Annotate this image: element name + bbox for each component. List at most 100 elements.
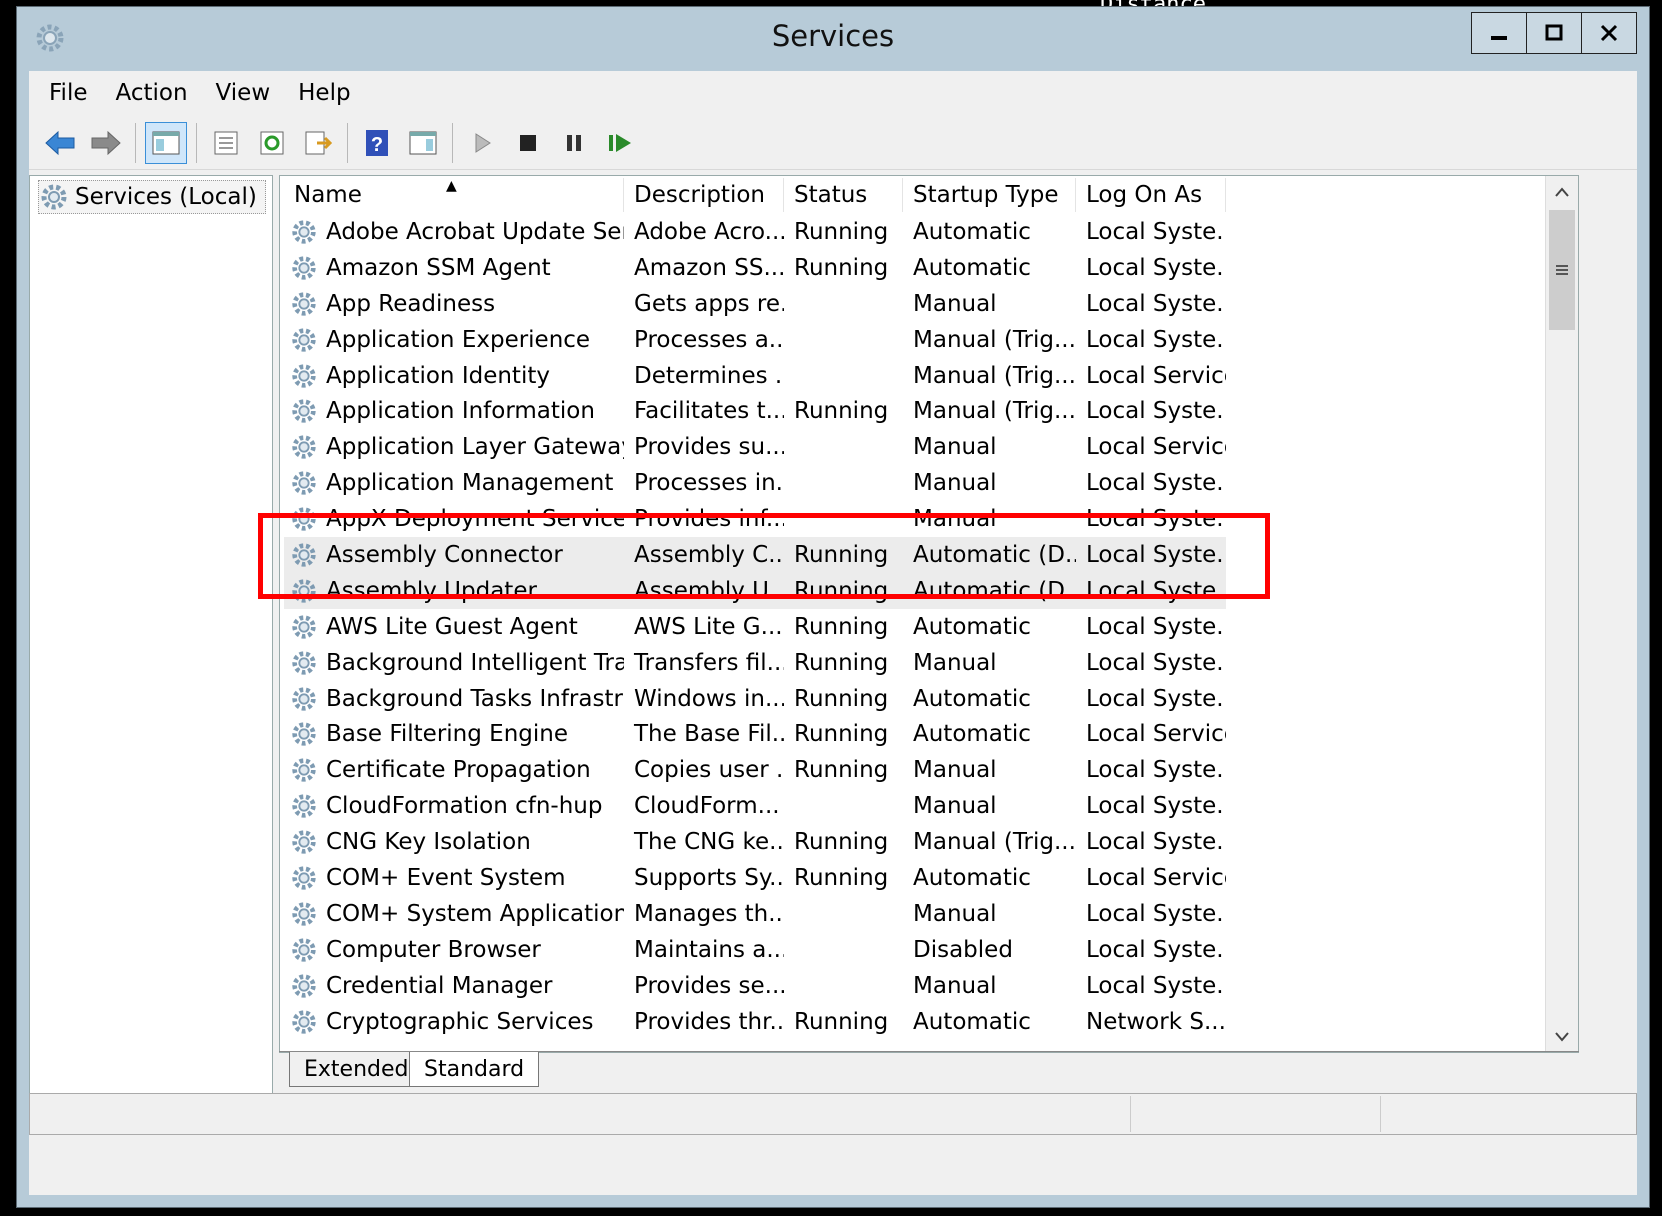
- tab-standard[interactable]: Standard: [409, 1052, 540, 1087]
- maximize-button[interactable]: [1526, 13, 1581, 53]
- table-row[interactable]: CNG Key Isolation The CNG ke... Running Man…: [284, 824, 1226, 860]
- column-header-log-on-as[interactable]: Log On As: [1076, 178, 1226, 212]
- table-row[interactable]: Cryptographic Services Provides thr... Run…: [284, 1004, 1226, 1040]
- service-gear-icon: [292, 866, 316, 890]
- pause-service-button[interactable]: [554, 123, 594, 163]
- export-list-button[interactable]: [298, 123, 338, 163]
- cell-log-on-as: Local Syste...: [1086, 793, 1226, 820]
- table-row[interactable]: Base Filtering Engine The Base Fil... Runn…: [284, 716, 1226, 752]
- table-row[interactable]: Application Management Processes in... Man…: [284, 465, 1226, 501]
- column-header-description[interactable]: Description: [624, 178, 784, 212]
- service-gear-icon: [292, 758, 316, 782]
- show-hide-action-pane-button[interactable]: [403, 123, 443, 163]
- column-header-status[interactable]: Status: [784, 178, 903, 212]
- scroll-thumb[interactable]: [1549, 210, 1575, 330]
- cell-startup-type: Manual: [913, 470, 997, 497]
- minimize-button[interactable]: [1472, 13, 1526, 53]
- table-row[interactable]: Amazon SSM Agent Amazon SS... Running Autom…: [284, 250, 1226, 286]
- service-name: Application Identity: [326, 362, 550, 389]
- table-row[interactable]: App Readiness Gets apps re... Manual Local …: [284, 286, 1226, 322]
- cell-startup-type: Automatic: [913, 613, 1031, 640]
- table-row[interactable]: CloudFormation cfn-hup CloudForm... Manual…: [284, 788, 1226, 824]
- cell-name: Computer Browser: [284, 936, 624, 964]
- column-header-startup-type[interactable]: Startup Type: [903, 178, 1076, 212]
- status-bar: [29, 1093, 1637, 1135]
- table-row[interactable]: Adobe Acrobat Update Serv... Adobe Acro..…: [284, 214, 1226, 250]
- cell-log-on-as: Network S...: [1086, 1008, 1226, 1035]
- toolbar-separator: [196, 123, 197, 163]
- menu-action[interactable]: Action: [102, 80, 202, 106]
- table-row[interactable]: Background Tasks Infrastru... Windows in.…: [284, 681, 1226, 717]
- close-icon: [1600, 24, 1618, 42]
- column-header-name[interactable]: Name ▲: [284, 178, 624, 212]
- table-row[interactable]: Assembly Connector Assembly C... Running Au…: [284, 537, 1226, 573]
- cell-status: Running: [794, 864, 889, 891]
- tree-item-services-local[interactable]: Services (Local): [38, 180, 266, 214]
- table-row[interactable]: Background Intelligent Tran... Transfers …: [284, 645, 1226, 681]
- cell-log-on-as: Local Syste...: [1086, 936, 1226, 963]
- window-controls: [1471, 12, 1637, 54]
- cell-status: Running: [794, 398, 889, 425]
- cell-name: AWS Lite Guest Agent: [284, 613, 624, 641]
- cell-log-on-as: Local Service: [1086, 721, 1226, 748]
- service-name: App Readiness: [326, 290, 496, 317]
- table-row[interactable]: Application Identity Determines ... Manual…: [284, 358, 1226, 394]
- properties-button[interactable]: [206, 123, 246, 163]
- service-gear-icon: [292, 1009, 316, 1034]
- cell-startup-type: Manual: [913, 793, 997, 820]
- menu-view[interactable]: View: [202, 80, 285, 106]
- close-button[interactable]: [1581, 13, 1636, 53]
- back-button[interactable]: [40, 123, 80, 163]
- cell-description: Assembly C...: [634, 541, 784, 568]
- cell-name: Background Intelligent Tran...: [284, 649, 624, 677]
- forward-button[interactable]: [86, 123, 126, 163]
- cell-description: Determines ...: [634, 362, 784, 389]
- cell-description: Facilitates t...: [634, 398, 784, 425]
- table-row[interactable]: AppX Deployment Service (... Provides inf…: [284, 501, 1226, 537]
- stop-service-button[interactable]: [508, 123, 548, 163]
- table-row[interactable]: Application Layer Gateway ... Provides su…: [284, 429, 1226, 465]
- table-row[interactable]: COM+ Event System Supports Sy... Running Au…: [284, 860, 1226, 896]
- cell-status: Running: [794, 685, 889, 712]
- tab-extended[interactable]: Extended: [289, 1052, 424, 1087]
- table-row[interactable]: Credential Manager Provides se... Manual Lo…: [284, 968, 1226, 1004]
- console-tree-pane: Services (Local): [29, 175, 273, 1097]
- service-name: Certificate Propagation: [326, 757, 591, 784]
- show-hide-console-tree-button[interactable]: [145, 122, 187, 164]
- cell-startup-type: Automatic (D...: [913, 541, 1076, 568]
- cell-name: CloudFormation cfn-hup: [284, 792, 624, 820]
- table-row[interactable]: Certificate Propagation Copies user ... Ru…: [284, 752, 1226, 788]
- service-name: Credential Manager: [326, 972, 553, 999]
- help-button[interactable]: ?: [357, 123, 397, 163]
- table-row[interactable]: Application Experience Processes a... Manu…: [284, 322, 1226, 358]
- cell-name: Amazon SSM Agent: [284, 254, 624, 282]
- scroll-down-arrow-icon[interactable]: [1546, 1020, 1578, 1052]
- vertical-scrollbar[interactable]: [1545, 176, 1578, 1052]
- menu-file[interactable]: File: [35, 80, 102, 106]
- cell-description: Provides thr...: [634, 1008, 784, 1035]
- service-name: Background Intelligent Tran...: [326, 649, 624, 676]
- service-name: Application Experience: [326, 326, 591, 353]
- cell-status: Running: [794, 577, 889, 604]
- services-list-pane: Name ▲ Description Status Startup Type L…: [279, 175, 1579, 1053]
- restart-icon: [609, 134, 631, 152]
- table-row[interactable]: Computer Browser Maintains a... Disabled Lo…: [284, 932, 1226, 968]
- cell-name: Adobe Acrobat Update Serv...: [284, 218, 624, 246]
- toolbar-separator: [347, 123, 348, 163]
- refresh-button[interactable]: [252, 123, 292, 163]
- title-bar[interactable]: Services: [17, 7, 1649, 71]
- service-name: Background Tasks Infrastru...: [326, 685, 624, 712]
- cell-log-on-as: Local Syste...: [1086, 613, 1226, 640]
- table-row[interactable]: Application Information Facilitates t... R…: [284, 393, 1226, 429]
- cell-status: Running: [794, 218, 889, 245]
- table-row[interactable]: COM+ System Application Manages th... Manu…: [284, 896, 1226, 932]
- service-name: Cryptographic Services: [326, 1008, 594, 1035]
- toolbar-separator: [135, 123, 136, 163]
- cell-log-on-as: Local Syste...: [1086, 541, 1226, 568]
- restart-service-button[interactable]: [600, 123, 640, 163]
- menu-help[interactable]: Help: [284, 80, 364, 106]
- table-row[interactable]: AWS Lite Guest Agent AWS Lite G... Running…: [284, 609, 1226, 645]
- scroll-up-arrow-icon[interactable]: [1546, 176, 1578, 208]
- start-service-button[interactable]: [462, 123, 502, 163]
- table-row[interactable]: Assembly Updater Assembly U... Running Auto…: [284, 572, 1226, 609]
